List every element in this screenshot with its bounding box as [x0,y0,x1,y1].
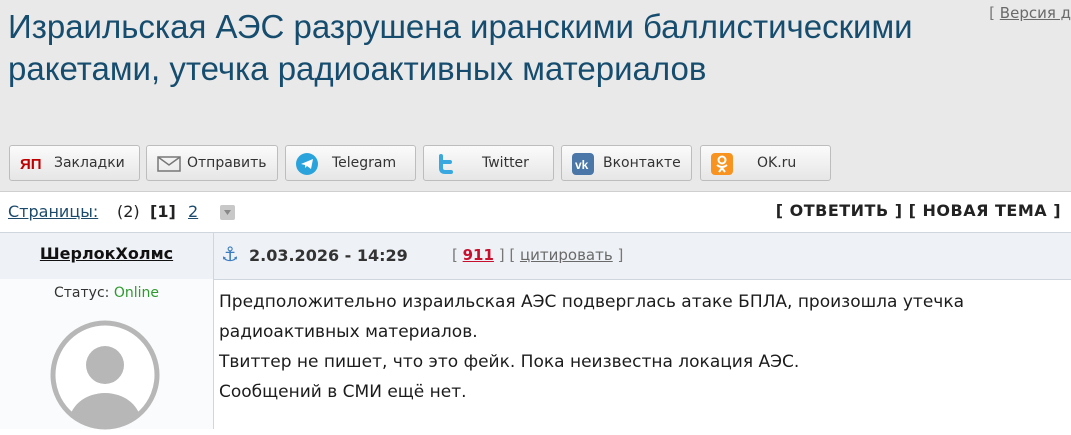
page-2-link[interactable]: 2 [188,202,198,221]
post-line: Предположительно израильская АЭС подверг… [219,292,965,312]
topic-title: Израильская АЭС разрушена иранскими балл… [8,8,913,87]
send-button[interactable]: Отправить [146,145,278,181]
envelope-icon [157,153,181,175]
post-body: Статус: Online Предположительно израильс… [0,279,1071,431]
post-number-link[interactable]: 911 [463,246,494,264]
yandex-bookmarks-icon: ЯП [20,153,42,175]
telegram-icon [296,153,318,175]
status-label: Статус: [54,285,110,301]
post-header: ШерлокХолмс ⚓ 2.03.2026 - 14:29 [ 911 ] … [0,232,1071,280]
post-line: Твиттер не пишет, что это фейк. Пока неи… [219,352,800,372]
author-cell: ШерлокХолмс [0,233,214,279]
avatar[interactable] [49,319,161,431]
telegram-label: Telegram [332,155,397,171]
twitter-button[interactable]: Twitter [423,145,554,181]
twitter-label: Twitter [482,155,529,171]
version-link[interactable]: Версия д [1000,4,1071,22]
topic-header: Израильская АЭС разрушена иранскими балл… [0,0,1071,137]
version-bracket: [ [989,4,1000,22]
new-topic-button[interactable]: [ НОВАЯ ТЕМА ] [909,201,1061,220]
post-author[interactable]: ШерлокХолмс [0,244,213,263]
current-page: [1] [150,202,176,221]
vk-label: Вконтакте [603,155,681,171]
topic-actions: [ ОТВЕТИТЬ ] [ НОВАЯ ТЕМА ] [776,201,1061,220]
send-label: Отправить [187,155,267,171]
pages-label[interactable]: Страницы: [8,202,98,221]
post-line: радиоактивных материалов. [219,322,478,342]
pagination-row: Страницы: (2) [1] 2 [ ОТВЕТИТЬ ] [ НОВАЯ… [0,192,1071,232]
svg-text:ЯП: ЯП [20,156,42,173]
post-text: Предположительно израильская АЭС подверг… [219,287,1064,407]
ok-label: OK.ru [757,155,797,171]
version-switch: [ Версия д [989,4,1071,22]
post-meta: [ 911 ] [ цитировать ] [452,246,624,264]
telegram-button[interactable]: Telegram [285,145,416,181]
bookmarks-label: Закладки [54,155,125,171]
author-status: Статус: Online [0,285,213,301]
ok-button[interactable]: OK.ru [700,145,831,181]
bookmarks-button[interactable]: ЯП Закладки [9,145,140,181]
twitter-icon [434,153,456,175]
reply-button[interactable]: [ ОТВЕТИТЬ ] [776,201,903,220]
post-line: Сообщений в СМИ ещё нет. [219,382,467,402]
pages-dropdown-icon[interactable] [220,205,235,220]
vk-icon: vk [572,153,594,175]
quote-button[interactable]: цитировать [520,246,613,264]
author-sidebar: Статус: Online [0,279,214,431]
odnoklassniki-icon [711,153,733,175]
pages-count: (2) [117,202,140,221]
post-date: 2.03.2026 - 14:29 [249,246,408,265]
anchor-icon[interactable]: ⚓ [221,242,239,266]
share-bar: ЯП Закладки Отправить Telegram Twitter v… [0,137,1071,192]
status-value: Online [113,285,159,301]
svg-text:vk: vk [575,158,589,172]
vk-button[interactable]: vk Вконтакте [561,145,692,181]
